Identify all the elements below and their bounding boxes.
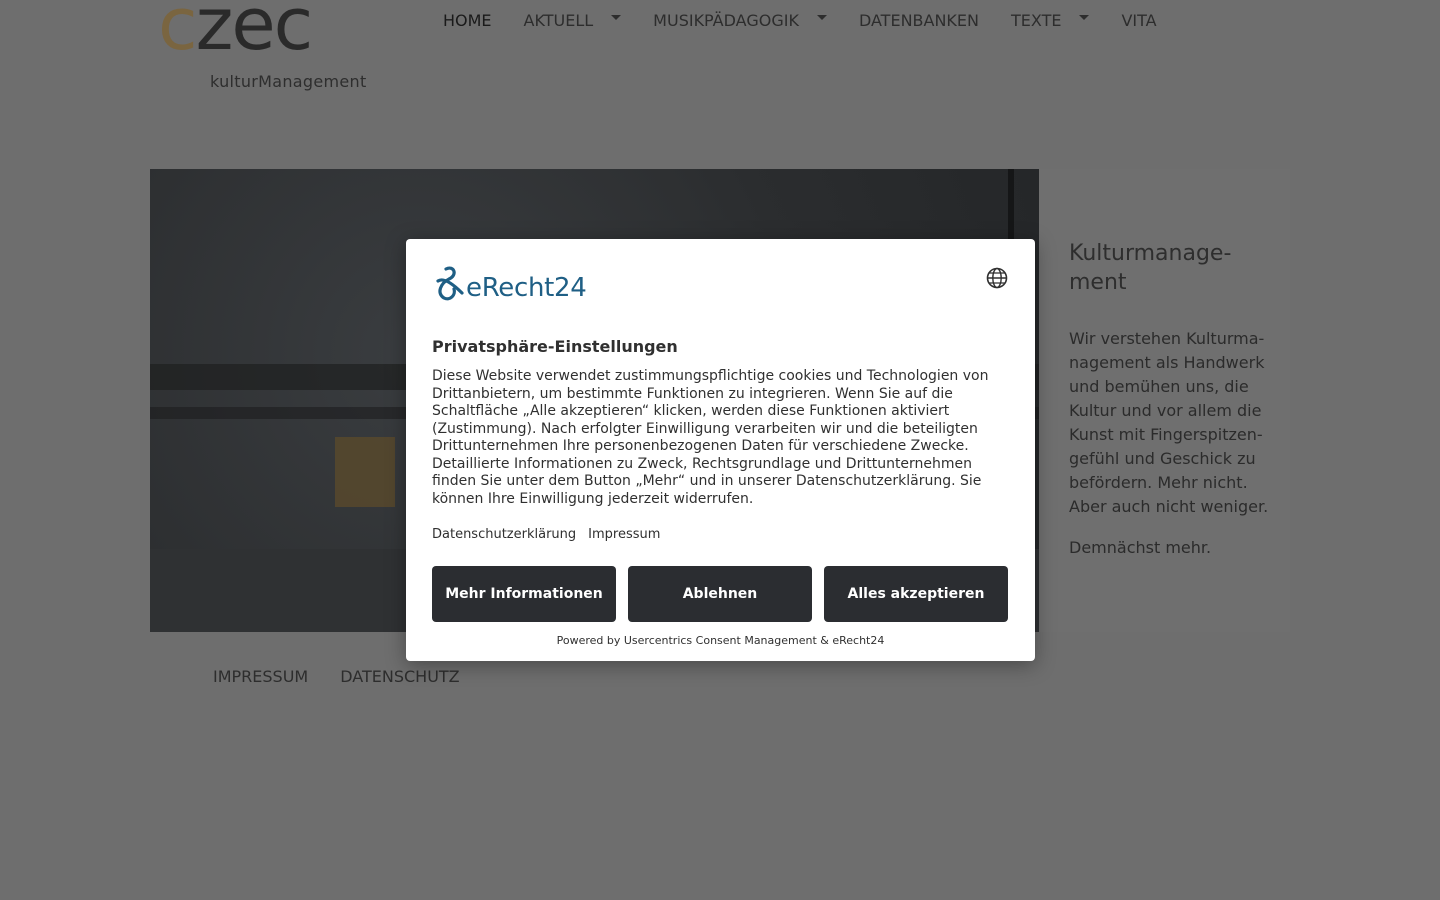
nav-item-datenbanken[interactable]: DATENBANKEN — [843, 8, 995, 32]
nav-item-aktuell[interactable]: AKTUELL — [508, 8, 638, 32]
sidebar-text: Wir verstehen Kulturma-nagement als Hand… — [1069, 329, 1269, 516]
consent-dialog: eRecht24 Privatsphäre-Einstellungen Dies… — [406, 239, 1035, 661]
nav-item-musikpaedagogik[interactable]: MUSIKPÄDAGOGIK — [637, 8, 843, 32]
main-nav: HOME AKTUELL MUSIKPÄDAGOGIK DATENBANKEN … — [427, 8, 1173, 32]
sidebar-more: Demnächst mehr. — [1069, 538, 1212, 557]
footer-link-impressum[interactable]: IMPRESSUM — [197, 667, 324, 686]
nav-item-texte[interactable]: TEXTE — [995, 8, 1105, 32]
nav-item-vita[interactable]: VITA — [1105, 8, 1172, 32]
caret-down-icon — [816, 14, 827, 20]
sidebar-title: Kulturmanage-ment — [1069, 241, 1232, 295]
caret-down-icon — [611, 14, 622, 20]
powered-by-text: Powered by Usercentrics Consent Manageme… — [556, 634, 885, 647]
caret-down-icon — [1079, 14, 1090, 20]
consent-title: Privatsphäre-Einstellungen — [432, 337, 678, 356]
logo-subtitle: kulturManagement — [210, 72, 367, 91]
consent-brand: eRecht24 — [432, 265, 587, 303]
logo-wordmark: czec — [158, 0, 313, 66]
imprint-link[interactable]: Impressum — [588, 527, 660, 542]
erecht24-logo-icon — [436, 266, 464, 301]
nav-item-home[interactable]: HOME — [427, 8, 508, 32]
globe-icon[interactable] — [985, 266, 1009, 290]
consent-brand-name: eRecht24 — [466, 273, 587, 303]
accept-all-button[interactable]: Alles akzeptieren — [824, 566, 1008, 622]
sidebar-panel: Kulturmanage-ment Wir verstehen Kulturma… — [1039, 169, 1290, 632]
more-information-button[interactable]: Mehr Informationen — [432, 566, 616, 622]
consent-links: Datenschutzerklärung Impressum — [432, 527, 672, 542]
footer-link-datenschutz[interactable]: DATENSCHUTZ — [324, 667, 475, 686]
footer-nav: IMPRESSUM DATENSCHUTZ — [197, 667, 476, 686]
privacy-policy-link[interactable]: Datenschutzerklärung — [432, 527, 576, 542]
site-logo[interactable]: czec kulturManagement — [158, 0, 368, 100]
deny-button[interactable]: Ablehnen — [628, 566, 812, 622]
consent-body: Diese Website verwendet zustimmungspflic… — [432, 368, 989, 507]
